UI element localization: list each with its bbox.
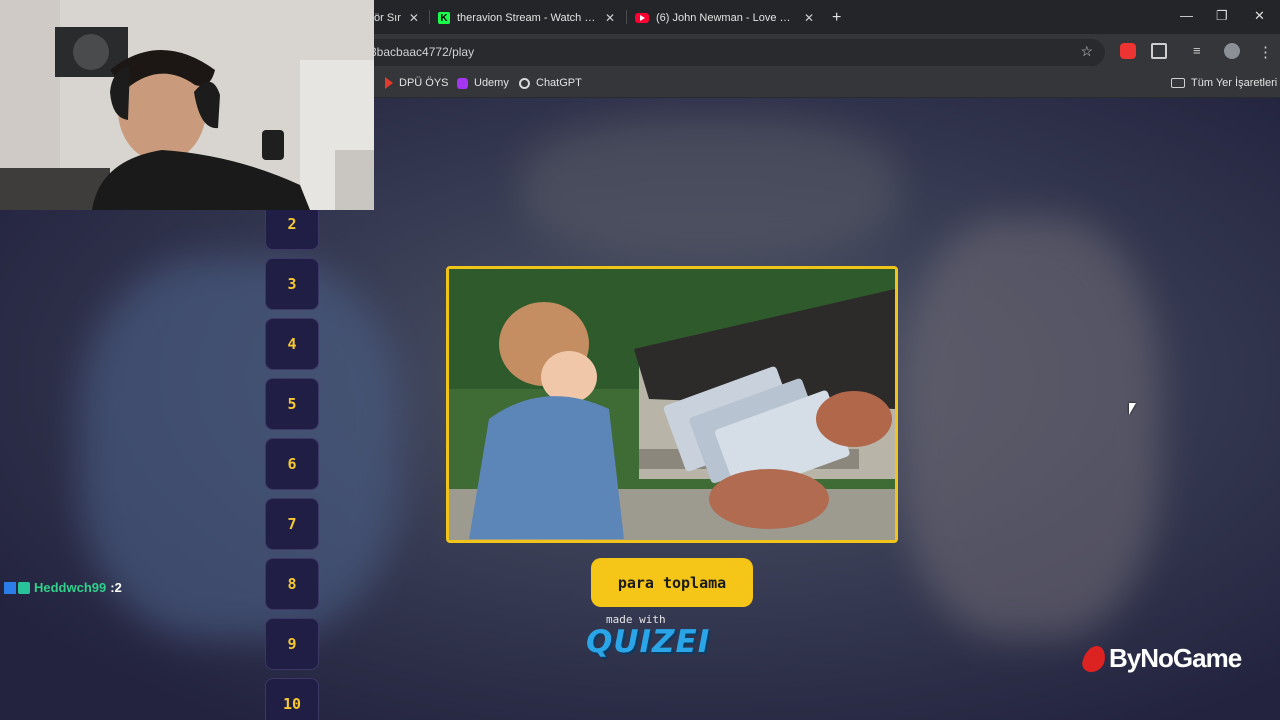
udemy-icon [457,77,468,89]
bookmark-label: ChatGPT [536,77,582,89]
question-button-10[interactable]: 10 [265,678,319,720]
tab-title: ör Sır [374,12,401,24]
sponsor-name: ByNoGame [1109,643,1242,673]
chat-message: Heddwch99 :2 [4,580,122,595]
url-text: 3bacbaac4772/play [370,45,475,59]
bookmark-udemy[interactable]: Udemy [457,77,509,89]
question-image [446,266,898,543]
tab-title: (6) John Newman - Love Me Ag [656,12,796,24]
bookmark-chatgpt[interactable]: ChatGPT [519,77,582,89]
tab-divider [429,10,430,24]
media-controls-icon[interactable]: ≡ [1193,43,1209,59]
question-button-3[interactable]: 3 [265,258,319,310]
bookmark-label: Tüm Yer İşaretleri [1191,77,1278,89]
question-button-7[interactable]: 7 [265,498,319,550]
menu-kebab-icon[interactable]: ⋮ [1258,43,1274,61]
question-button-4[interactable]: 4 [265,318,319,370]
tab-divider [626,10,627,24]
webcam-overlay [0,0,374,210]
tab-youtube[interactable]: (6) John Newman - Love Me Ag ✕ [635,4,817,32]
close-icon[interactable]: ✕ [409,11,419,25]
close-icon[interactable]: ✕ [804,11,814,25]
restore-icon[interactable]: ❐ [1216,8,1228,24]
question-button-5[interactable]: 5 [265,378,319,430]
question-list: 2 3 4 5 6 7 8 9 10 [265,198,319,720]
tab-partial[interactable]: ör Sır ✕ [374,4,424,32]
kick-icon: K [438,12,450,24]
answer-button[interactable]: para toplama [591,558,753,607]
background-blur [80,258,400,638]
new-tab-button[interactable]: + [832,4,848,32]
plus-icon: + [832,9,842,26]
minimize-icon[interactable]: — [1180,8,1193,23]
folder-icon [1171,78,1185,88]
close-icon[interactable]: ✕ [605,11,615,25]
all-bookmarks-folder[interactable]: Tüm Yer İşaretleri [1171,77,1277,89]
mouse-cursor-icon [1129,403,1136,415]
window-close-icon[interactable]: ✕ [1254,8,1265,24]
chat-badge-icon [4,581,16,594]
tab-title: theravion Stream - Watch Live o [457,12,597,24]
bookmark-label: DPÜ ÖYS [399,77,449,89]
bookmark-star-icon[interactable]: ☆ [1080,43,1093,60]
extensions-puzzle-icon[interactable] [1151,43,1167,59]
youtube-icon [635,13,649,23]
background-blur [900,218,1160,638]
address-bar[interactable]: 3bacbaac4772/play ☆ [360,39,1105,66]
bynogame-logo: ByNoGame [1080,643,1242,674]
extension-icon[interactable] [1120,43,1136,59]
question-button-8[interactable]: 8 [265,558,319,610]
question-button-9[interactable]: 9 [265,618,319,670]
photo-illustration [449,269,895,540]
chatgpt-icon [519,77,530,89]
bynogame-mark-icon [1080,645,1108,672]
profile-avatar-icon[interactable] [1224,43,1240,59]
chat-username: Heddwch99 [34,580,107,595]
chat-text: :2 [110,580,122,595]
background-blur [520,118,900,258]
tab-theravion-stream[interactable]: K theravion Stream - Watch Live o ✕ [438,4,618,32]
question-button-6[interactable]: 6 [265,438,319,490]
webcam-feed [0,0,374,210]
quizei-logo[interactable]: QUIZEI [586,624,710,660]
chat-badge-icon [18,581,30,594]
dpu-icon [385,77,393,89]
bookmark-dpu-oys[interactable]: DPÜ ÖYS [385,77,449,89]
bookmark-label: Udemy [474,77,509,89]
